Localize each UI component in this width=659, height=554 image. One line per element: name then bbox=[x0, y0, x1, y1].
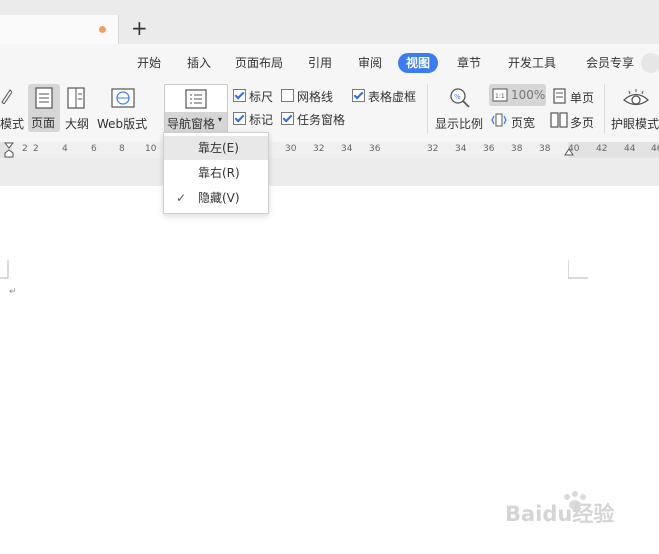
ruler-number: 4 bbox=[62, 144, 68, 154]
ruler-number: 34 bbox=[455, 144, 467, 154]
ruler-check-icon bbox=[233, 89, 246, 102]
menu-tab-chapter[interactable]: 章节 bbox=[457, 54, 481, 72]
gridlines-checkbox-label: 网格线 bbox=[297, 90, 334, 104]
menu-tab-layout[interactable]: 页面布局 bbox=[235, 54, 283, 72]
actual-size-icon: 1:1 bbox=[492, 88, 508, 102]
more-tab-icon[interactable] bbox=[641, 53, 659, 73]
menu-tab-member[interactable]: 会员专享 bbox=[586, 54, 634, 72]
table-virtual-checkbox-label: 表格虚框 bbox=[368, 90, 417, 104]
multi-page-button[interactable]: 多页 bbox=[570, 114, 594, 131]
unsaved-dot-icon bbox=[99, 26, 106, 33]
single-page-icon bbox=[553, 88, 566, 104]
menu-tab-review[interactable]: 审阅 bbox=[358, 54, 382, 72]
ruler-number: 36 bbox=[483, 144, 495, 154]
ruler-checkbox-label: 标尺 bbox=[249, 90, 274, 104]
hide-label: 隐藏(V) bbox=[198, 191, 240, 205]
taskpane-check-icon bbox=[281, 112, 294, 125]
first-line-indent-icon[interactable] bbox=[4, 142, 14, 158]
ruler-number: 42 bbox=[596, 144, 608, 154]
ribbon: 开始 插入 页面布局 引用 审阅 视图 章节 开发工具 会员专享 模式 页面 大… bbox=[0, 44, 659, 142]
web-layout-button[interactable]: Web版式 bbox=[97, 115, 147, 132]
navigation-pane-button[interactable]: 导航窗格 ▾ bbox=[164, 84, 228, 134]
ruler-number: 32 bbox=[427, 144, 439, 154]
ruler-number: 44 bbox=[624, 144, 636, 154]
navigation-pane-dropdown: 靠左(E) 靠右(R) ✓ 隐藏(V) bbox=[163, 132, 269, 214]
ruler-number: 8 bbox=[119, 144, 125, 154]
right-indent-icon[interactable] bbox=[564, 146, 574, 156]
menu-tab-developer[interactable]: 开发工具 bbox=[508, 54, 556, 72]
dock-right-label: 靠右(R) bbox=[198, 166, 240, 180]
ribbon-separator bbox=[427, 84, 428, 134]
single-page-button[interactable]: 单页 bbox=[570, 89, 594, 106]
new-tab-button[interactable]: + bbox=[131, 18, 148, 38]
gridlines-check-icon bbox=[281, 89, 294, 102]
outline-view-button[interactable]: 大纲 bbox=[65, 115, 89, 132]
table-virtual-checkbox[interactable]: 表格虚框 bbox=[352, 89, 416, 104]
ruler-number: 10 bbox=[145, 144, 157, 154]
eye-protection-button[interactable]: 护眼模式 bbox=[611, 115, 659, 132]
margin-corner-left-icon bbox=[0, 260, 9, 279]
paragraph-mark: ↵ bbox=[9, 287, 17, 297]
menu-tab-references[interactable]: 引用 bbox=[308, 54, 332, 72]
navigation-pane-label: 导航窗格 bbox=[167, 117, 216, 131]
ruler-number: 38 bbox=[511, 144, 523, 154]
dropdown-caret-icon: ▾ bbox=[218, 115, 223, 124]
zoom-magnifier-icon: % bbox=[450, 88, 470, 108]
mode-button[interactable]: 模式 bbox=[0, 115, 24, 132]
dock-left-label: 靠左(E) bbox=[198, 141, 239, 155]
ruler-gutter bbox=[0, 158, 659, 186]
marks-check-icon bbox=[233, 112, 246, 125]
eye-protection-icon bbox=[622, 89, 650, 106]
document-tab[interactable] bbox=[0, 15, 119, 44]
edit-mode-icon bbox=[1, 89, 12, 104]
page-width-button[interactable]: 页宽 bbox=[511, 114, 535, 131]
marks-checkbox-label: 标记 bbox=[249, 113, 274, 127]
zoom-button[interactable]: 显示比例 bbox=[435, 115, 483, 132]
menu-tab-home[interactable]: 开始 bbox=[137, 54, 161, 72]
ruler-number: 38 bbox=[539, 144, 551, 154]
taskpane-checkbox-label: 任务窗格 bbox=[297, 113, 346, 127]
dock-left-item[interactable]: 靠左(E) bbox=[164, 136, 268, 160]
dock-right-item[interactable]: 靠右(R) bbox=[164, 161, 268, 185]
checkmark-icon: ✓ bbox=[176, 191, 187, 205]
ruler-number: 2 bbox=[22, 144, 28, 154]
outline-view-icon bbox=[67, 87, 85, 109]
table-virtual-check-icon bbox=[352, 89, 365, 102]
page-view-label: 页面 bbox=[31, 116, 56, 130]
zoom-100-label: 100% bbox=[511, 88, 546, 102]
svg-text:Baidu经验: Baidu经验 bbox=[505, 502, 614, 526]
taskpane-checkbox[interactable]: 任务窗格 bbox=[281, 112, 345, 127]
menu-tab-insert[interactable]: 插入 bbox=[187, 54, 211, 72]
hide-item[interactable]: ✓ 隐藏(V) bbox=[164, 186, 268, 210]
marks-checkbox[interactable]: 标记 bbox=[233, 112, 273, 127]
baidu-watermark: Baidu经验 bbox=[505, 488, 625, 528]
ruler-number: 30 bbox=[285, 144, 297, 154]
ruler-number: 46 bbox=[651, 144, 659, 154]
menu-tab-view[interactable]: 视图 bbox=[398, 53, 439, 73]
baidu-paw-logo-icon: Baidu经验 bbox=[505, 491, 614, 526]
ruler-checkbox[interactable]: 标尺 bbox=[233, 89, 273, 104]
ruler-number: 32 bbox=[313, 144, 325, 154]
page-width-icon bbox=[491, 113, 507, 127]
multi-page-icon bbox=[550, 112, 568, 128]
tab-strip: + bbox=[0, 0, 659, 44]
gridlines-checkbox[interactable]: 网格线 bbox=[281, 89, 333, 104]
horizontal-ruler[interactable]: 2 2 4 6 8 10 30 32 34 36 38 40 42 44 46 … bbox=[0, 142, 659, 158]
ruler-number: 6 bbox=[91, 144, 97, 154]
web-layout-icon bbox=[111, 88, 135, 108]
zoom-100-button[interactable]: 1:1 100% bbox=[489, 84, 546, 106]
ruler-number: 36 bbox=[369, 144, 381, 154]
margin-corner-right-icon bbox=[568, 260, 588, 279]
svg-text:%: % bbox=[454, 93, 461, 101]
ruler-number: 2 bbox=[33, 144, 39, 154]
navigation-pane-icon bbox=[185, 89, 207, 109]
page-view-icon bbox=[35, 87, 53, 109]
ruler-number: 34 bbox=[341, 144, 353, 154]
ribbon-separator bbox=[604, 84, 605, 134]
page-view-button[interactable]: 页面 bbox=[28, 84, 60, 132]
svg-text:1:1: 1:1 bbox=[495, 93, 505, 100]
